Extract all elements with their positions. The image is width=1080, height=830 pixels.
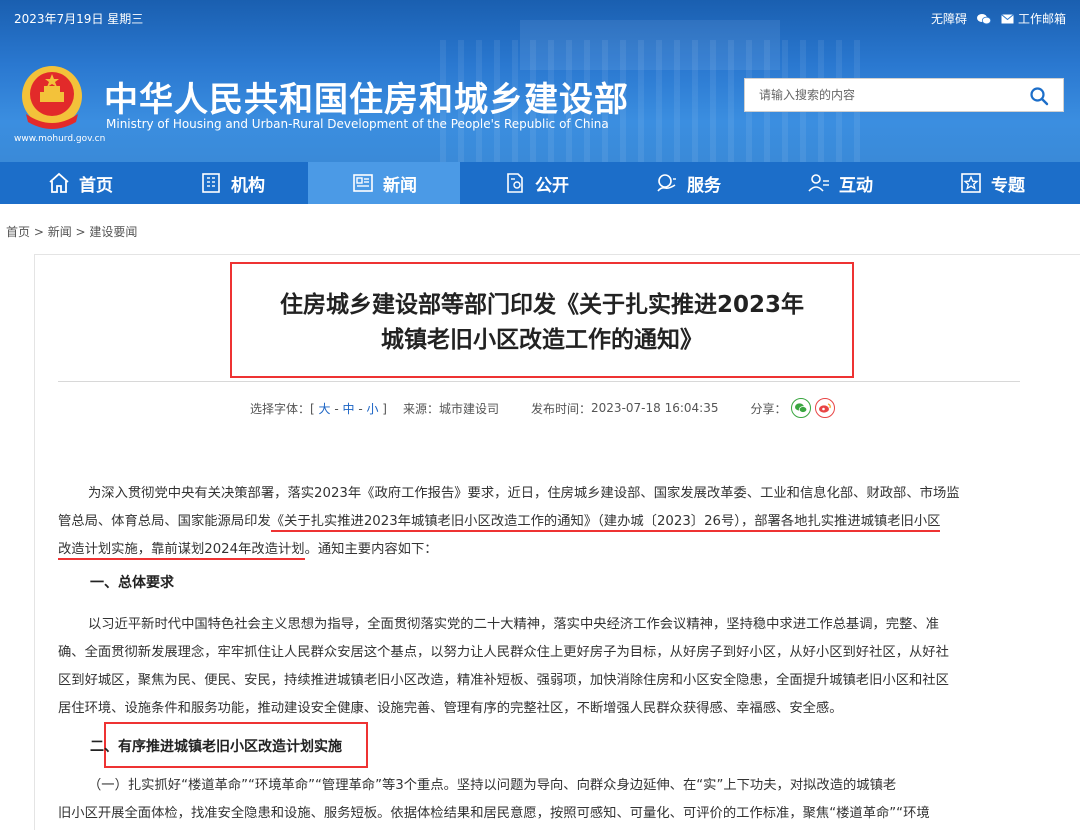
breadcrumb-separator: > (30, 225, 48, 239)
work-mail-link[interactable]: 工作邮箱 (1001, 10, 1066, 27)
breadcrumb-current[interactable]: 建设要闻 (89, 225, 137, 239)
font-size-selector: 选择字体：[ 大 - 中 - 小 ] (250, 400, 387, 417)
nav-item-service[interactable]: 服务 (612, 162, 764, 204)
weibo-share-icon[interactable] (814, 398, 835, 418)
section-heading-2: 二、有序推进城镇老旧小区改造计划实施 (90, 739, 342, 755)
article-paragraph-1: 为深入贯彻党中央有关决策部署，落实2023年《政府工作报告》要求，近日，住房城乡… (58, 480, 1020, 564)
nav-item-label: 服务 (687, 175, 721, 196)
nav-item-label: 专题 (991, 175, 1025, 196)
paragraph-line: 确、全面贯彻新发展理念，牢牢抓住让人民群众安居这个基点，以努力让人民群众住上更好… (58, 645, 949, 660)
paragraph-line: 区到好城区，聚焦为民、便民、安民，持续推进城镇老旧小区改造，精准补短板、强弱项，… (58, 673, 949, 688)
nav-item-public[interactable]: 公开 (460, 162, 612, 204)
work-mail-label: 工作邮箱 (1017, 12, 1066, 26)
building-icon (202, 173, 220, 193)
accessibility-link[interactable]: 无障碍 (931, 10, 967, 27)
nav-item-label: 互动 (839, 175, 873, 196)
service-icon (657, 174, 676, 192)
site-title-english: Ministry of Housing and Urban-Rural Deve… (106, 117, 609, 131)
newspaper-icon (353, 174, 373, 192)
document-icon (507, 173, 523, 193)
notice-title-highlight: 《关于扎实推进2023年城镇老旧小区改造工作的通知》（建办城〔2023〕26号）… (270, 514, 941, 532)
paragraph-line: 管总局、体育总局、国家能源局印发《关于扎实推进2023年城镇老旧小区改造工作的通… (58, 508, 1020, 536)
article-source: 城市建设司 (439, 401, 500, 416)
topbar-links: 无障碍 工作邮箱 (931, 10, 1066, 27)
search-input[interactable] (745, 79, 1025, 111)
paragraph-line: 居住环境、设施条件和服务功能，推动建设安全健康、设施完善、管理有序的完整社区，不… (58, 701, 843, 716)
font-size-large[interactable]: 大 (319, 402, 331, 416)
title-divider (58, 381, 1020, 382)
font-size-small[interactable]: 小 (366, 402, 378, 416)
mail-icon (1001, 13, 1014, 23)
nav-item-home[interactable]: 首页 (4, 162, 156, 204)
article-title-line2: 城镇老旧小区改造工作的通知》 (381, 327, 703, 353)
font-size-separator: - (330, 401, 343, 416)
star-icon (961, 173, 981, 193)
nav-item-news[interactable]: 新闻 (308, 162, 460, 204)
publish-time: 2023-07-18 16:04:35 (591, 401, 719, 415)
nav-item-label: 首页 (79, 175, 113, 196)
font-size-label: 选择字体：[ (250, 401, 319, 416)
nav-item-label: 公开 (535, 175, 569, 196)
paragraph-line: 旧小区开展全面体检，找准安全隐患和设施、服务短板。依据体检结果和居民意愿，按照可… (58, 806, 930, 821)
source-label: 来源： (402, 401, 439, 416)
article-paragraph-2: 以习近平新时代中国特色社会主义思想为指导，全面贯彻落实党的二十大精神，落实中央经… (58, 611, 1020, 723)
search-icon[interactable] (1029, 86, 1049, 106)
wechat-icon[interactable] (976, 13, 991, 25)
people-icon (808, 174, 829, 192)
font-size-medium[interactable]: 中 (342, 402, 354, 416)
article-title: 住房城乡建设部等部门印发《关于扎实推进2023年 城镇老旧小区改造工作的通知》 (230, 262, 854, 378)
main-nav: 首页 机构 新闻 公开 服务 互动 专题 (0, 162, 1080, 204)
nav-item-topics[interactable]: 专题 (916, 162, 1068, 204)
site-url: www.mohurd.gov.cn (14, 134, 106, 144)
paragraph-line: 改造计划实施，靠前谋划2024年改造计划。通知主要内容如下： (58, 536, 1020, 564)
breadcrumb-separator: > (71, 225, 90, 239)
plan-highlight: 改造计划实施，靠前谋划2024年改造计划 (58, 542, 305, 560)
paragraph-text: 。通知主要内容如下： (304, 542, 438, 557)
search-box (744, 78, 1064, 112)
national-emblem-logo[interactable] (20, 64, 84, 130)
font-size-separator: - (354, 401, 367, 416)
article-title-line1: 住房城乡建设部等部门印发《关于扎实推进2023年 (279, 292, 804, 318)
publish-time-label: 发布时间： (531, 401, 592, 416)
breadcrumb: 首页 > 新闻 > 建设要闻 (6, 223, 137, 240)
paragraph-line: 以习近平新时代中国特色社会主义思想为指导，全面贯彻落实党的二十大精神，落实中央经… (88, 617, 939, 632)
wechat-share-icon[interactable] (790, 398, 811, 418)
nav-item-organization[interactable]: 机构 (156, 162, 308, 204)
current-date: 2023年7月19日 星期三 (14, 12, 144, 26)
site-title[interactable]: 中华人民共和国住房和城乡建设部 (104, 72, 629, 121)
share-label: 分享： (750, 401, 787, 416)
nav-item-interact[interactable]: 互动 (764, 162, 916, 204)
breadcrumb-home[interactable]: 首页 (6, 225, 30, 239)
article-paragraph-3: （一）扎实抓好“楼道革命”“环境革命”“管理革命”等3个重点。坚持以问题为导向、… (58, 772, 1020, 828)
font-size-close: ] (378, 401, 387, 416)
paragraph-text: 管总局、体育总局、国家能源局印发 (58, 514, 271, 529)
paragraph-line: 为深入贯彻党中央有关决策部署，落实2023年《政府工作报告》要求，近日，住房城乡… (88, 486, 960, 501)
article-meta: 选择字体：[ 大 - 中 - 小 ] 来源： 城市建设司 发布时间： 2023-07… (250, 398, 835, 418)
breadcrumb-news[interactable]: 新闻 (48, 225, 72, 239)
nav-item-label: 新闻 (383, 175, 417, 196)
section-heading-1: 一、总体要求 (90, 575, 174, 591)
nav-item-label: 机构 (231, 175, 265, 196)
home-icon (49, 172, 69, 193)
site-header: 2023年7月19日 星期三 无障碍 工作邮箱 www.mohurd.gov.c… (0, 0, 1080, 162)
paragraph-line: （一）扎实抓好“楼道革命”“环境革命”“管理革命”等3个重点。坚持以问题为导向、… (88, 778, 897, 793)
